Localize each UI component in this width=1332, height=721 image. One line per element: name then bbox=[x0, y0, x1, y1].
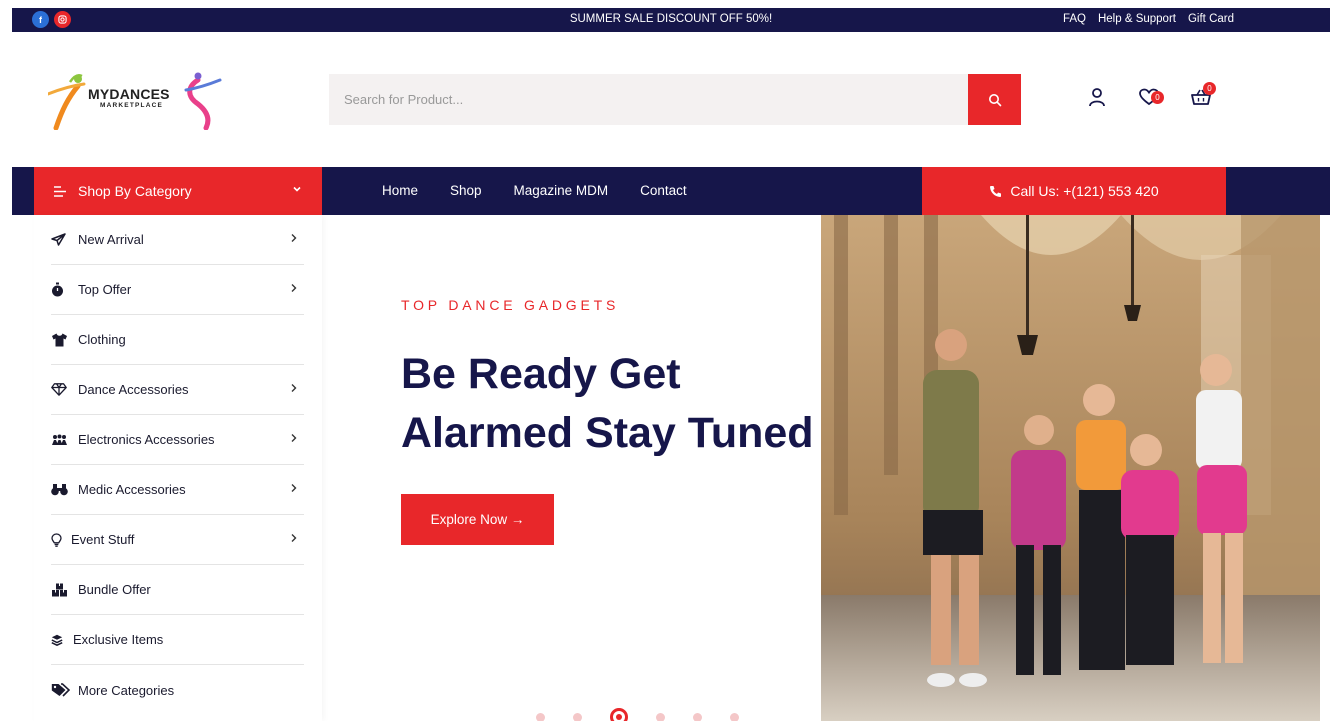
hero-title-line-2: Alarmed Stay Tuned bbox=[401, 409, 814, 457]
sidebar-item-label: Top Offer bbox=[78, 282, 132, 297]
logo-text-sub: MARKETPLACE bbox=[100, 102, 164, 109]
slider-dot-active[interactable] bbox=[610, 708, 628, 721]
shop-by-category-label: Shop By Category bbox=[78, 183, 192, 199]
nav-menu: Home Shop Magazine MDM Contact bbox=[382, 183, 687, 198]
slider-pagination bbox=[536, 708, 739, 721]
facebook-icon[interactable]: f bbox=[32, 11, 49, 28]
sidebar-item-electronics-accessories[interactable]: Electronics Accessories bbox=[51, 415, 304, 465]
sidebar-item-medic-accessories[interactable]: Medic Accessories bbox=[51, 465, 304, 515]
call-us-button[interactable]: Call Us: +(121) 553 420 bbox=[922, 167, 1226, 215]
top-announcement-bar: f SUMMER SALE DISCOUNT OFF 50%! FAQ Help… bbox=[12, 8, 1330, 32]
sidebar-item-label: Exclusive Items bbox=[73, 632, 164, 647]
nav-shop[interactable]: Shop bbox=[450, 183, 482, 198]
sidebar-item-more-categories[interactable]: More Categories bbox=[51, 665, 304, 715]
sidebar-item-label: Clothing bbox=[78, 332, 126, 347]
layers-icon bbox=[51, 632, 66, 648]
sidebar-item-label: Dance Accessories bbox=[78, 382, 189, 397]
wishlist-count-badge: 0 bbox=[1151, 91, 1164, 104]
top-links: FAQ Help & Support Gift Card bbox=[1063, 13, 1234, 25]
sidebar-item-event-stuff[interactable]: Event Stuff bbox=[51, 515, 304, 565]
paper-plane-icon bbox=[51, 232, 71, 248]
help-support-link[interactable]: Help & Support bbox=[1098, 13, 1176, 25]
cart-count-badge: 0 bbox=[1203, 82, 1216, 95]
chevron-right-icon bbox=[291, 234, 297, 242]
sidebar-item-label: New Arrival bbox=[78, 232, 144, 247]
menu-lines-icon bbox=[54, 185, 66, 197]
lightbulb-icon bbox=[51, 532, 64, 548]
hero-title: Be Ready Get Alarmed Stay Tuned bbox=[401, 345, 831, 463]
phone-icon bbox=[990, 185, 1002, 197]
boxes-icon bbox=[51, 582, 71, 598]
nav-home[interactable]: Home bbox=[382, 183, 418, 198]
instagram-icon[interactable] bbox=[54, 11, 71, 28]
main-navigation: Shop By Category Home Shop Magazine MDM … bbox=[12, 167, 1330, 215]
faq-link[interactable]: FAQ bbox=[1063, 13, 1086, 25]
slider-dot[interactable] bbox=[536, 712, 545, 721]
chevron-down-icon bbox=[293, 186, 301, 192]
sidebar-item-clothing[interactable]: Clothing bbox=[51, 315, 304, 365]
binoculars-icon bbox=[51, 482, 71, 498]
account-button[interactable] bbox=[1084, 84, 1110, 110]
search-icon bbox=[988, 93, 1001, 106]
nav-magazine[interactable]: Magazine MDM bbox=[514, 183, 609, 198]
explore-now-button[interactable]: Explore Now → bbox=[401, 494, 554, 545]
nav-contact[interactable]: Contact bbox=[640, 183, 687, 198]
slider-dot[interactable] bbox=[693, 712, 702, 721]
diamond-icon bbox=[51, 382, 71, 398]
slider-dot[interactable] bbox=[656, 712, 665, 721]
chevron-right-icon bbox=[291, 534, 297, 542]
sidebar-item-dance-accessories[interactable]: Dance Accessories bbox=[51, 365, 304, 415]
slider-dot[interactable] bbox=[573, 712, 582, 721]
wishlist-button[interactable]: 0 bbox=[1136, 84, 1164, 110]
sidebar-item-label: Medic Accessories bbox=[78, 482, 186, 497]
header-icons: 0 0 bbox=[1084, 82, 1216, 110]
search-bar bbox=[329, 74, 1021, 125]
call-us-label: Call Us: +(121) 553 420 bbox=[1010, 183, 1159, 199]
chevron-right-icon bbox=[291, 284, 297, 292]
category-sidebar: New Arrival Top Offer Clothing Dance Acc… bbox=[34, 215, 322, 721]
sidebar-item-exclusive-items[interactable]: Exclusive Items bbox=[51, 615, 304, 665]
chevron-right-icon bbox=[291, 484, 297, 492]
chevron-right-icon bbox=[291, 384, 297, 392]
people-icon bbox=[51, 432, 71, 448]
user-icon bbox=[1089, 88, 1105, 107]
tags-icon bbox=[51, 682, 71, 698]
logo-text-main: MYDANCES bbox=[88, 86, 170, 102]
sidebar-item-label: Event Stuff bbox=[71, 532, 135, 547]
slider-dot[interactable] bbox=[730, 712, 739, 721]
tshirt-icon bbox=[51, 332, 71, 348]
search-button[interactable] bbox=[968, 74, 1021, 125]
cart-button[interactable]: 0 bbox=[1188, 82, 1216, 110]
sidebar-item-top-offer[interactable]: Top Offer bbox=[51, 265, 304, 315]
sidebar-item-label: More Categories bbox=[78, 682, 175, 698]
sidebar-item-new-arrival[interactable]: New Arrival bbox=[51, 215, 304, 265]
social-links: f bbox=[32, 11, 71, 28]
gift-card-link[interactable]: Gift Card bbox=[1188, 13, 1234, 25]
shop-by-category-button[interactable]: Shop By Category bbox=[34, 167, 322, 215]
hero-title-line-1: Be Ready Get bbox=[401, 350, 681, 398]
chevron-right-icon bbox=[291, 434, 297, 442]
sidebar-item-label: Electronics Accessories bbox=[78, 432, 215, 447]
sidebar-item-label: Bundle Offer bbox=[78, 582, 151, 597]
hero-image-dancers bbox=[821, 215, 1320, 721]
hero-kicker: TOP DANCE GADGETS bbox=[401, 297, 620, 313]
sidebar-item-bundle-offer[interactable]: Bundle Offer bbox=[51, 565, 304, 615]
site-logo[interactable]: MYDANCES MARKETPLACE bbox=[48, 72, 228, 130]
search-input[interactable] bbox=[329, 74, 968, 125]
stopwatch-icon bbox=[51, 282, 71, 298]
